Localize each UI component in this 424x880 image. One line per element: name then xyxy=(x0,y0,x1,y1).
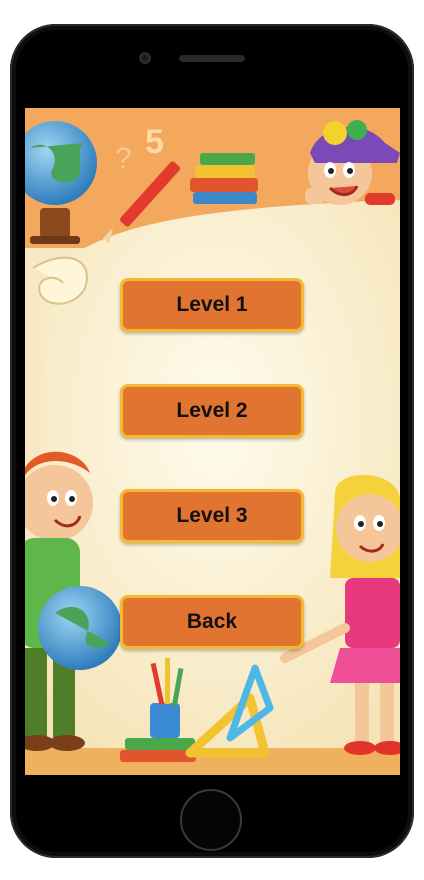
background-illustration: 5 ? xyxy=(25,108,400,775)
front-camera xyxy=(139,52,151,64)
level-1-button-label: Level 1 xyxy=(176,293,248,316)
number-five-decoration: 5 xyxy=(145,123,164,161)
app-screen: 5 ? Level 1 Level 2 Level 3 Back xyxy=(25,108,400,775)
level-3-button-label: Level 3 xyxy=(176,504,248,527)
books-stack xyxy=(190,153,258,204)
paper-curl xyxy=(32,256,88,305)
level-1-button[interactable]: Level 1 xyxy=(120,278,304,332)
phone-frame: 5 ? Level 1 Level 2 Level 3 Back xyxy=(0,0,424,880)
question-mark-decoration: ? xyxy=(115,142,132,175)
level-2-button[interactable]: Level 2 xyxy=(120,384,304,438)
back-button[interactable]: Back xyxy=(120,595,304,649)
home-button[interactable] xyxy=(180,789,242,851)
back-button-label: Back xyxy=(186,610,238,633)
level-3-button[interactable]: Level 3 xyxy=(120,489,304,543)
earpiece-speaker xyxy=(179,55,245,62)
level-2-button-label: Level 2 xyxy=(176,399,248,422)
